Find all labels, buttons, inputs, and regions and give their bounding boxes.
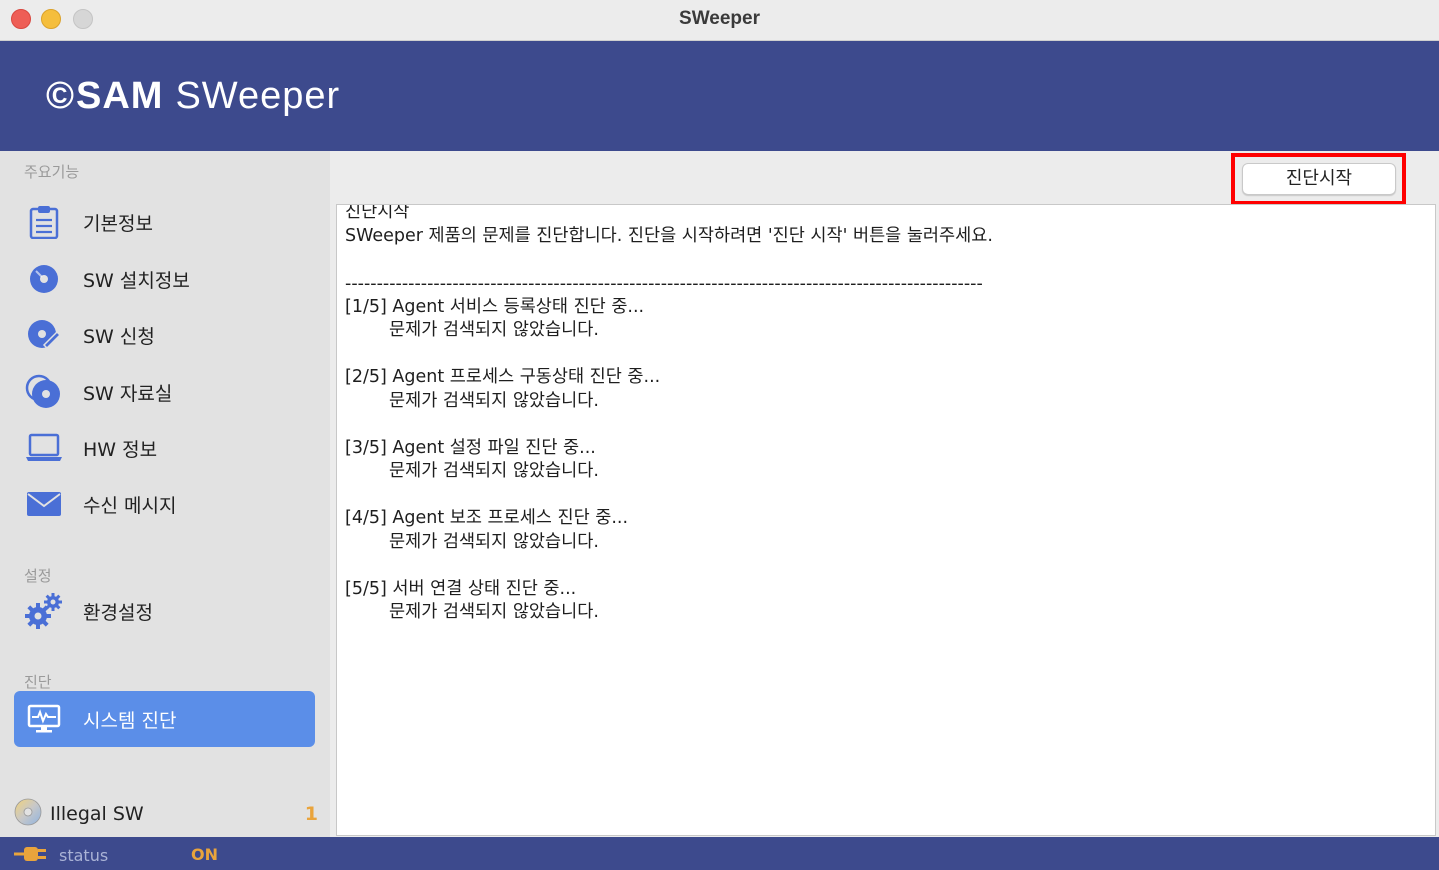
main-panel: 진단시작 진단시작 SWeeper 제품의 문제를 진단합니다. 진단을 시작하… (330, 151, 1439, 837)
sidebar-item-label: 수신 메시지 (83, 494, 177, 517)
logo-symbol: © (46, 75, 74, 117)
status-bar: status ON (0, 837, 1439, 870)
status-label: status (59, 846, 109, 865)
clipboard-icon (24, 202, 64, 242)
illegal-sw-label: Illegal SW (50, 803, 144, 825)
logo-product: SWeeper (175, 75, 341, 117)
log-step-head: [4/5] Agent 보조 프로세스 진단 중... (345, 508, 629, 528)
log-step-head: [3/5] Agent 설정 파일 진단 중... (345, 437, 596, 458)
sidebar-item-label: SW 설치정보 (83, 269, 190, 292)
illegal-sw-count: 1 (304, 803, 318, 825)
log-step-result: 문제가 검색되지 않았습니다. (389, 531, 599, 552)
log-step-head: [2/5] Agent 프로세스 구동상태 진단 중... (345, 367, 661, 387)
sidebar-item-label: 기본정보 (83, 212, 153, 235)
section-label-main: 주요기능 (24, 163, 80, 181)
sidebar-item-messages[interactable]: 수신 메시지 (14, 476, 315, 532)
plug-icon (14, 845, 52, 867)
app-logo: © SAM SWeeper (46, 75, 340, 118)
disc-icon (24, 259, 64, 299)
log-separator: ----------------------------------------… (345, 273, 983, 294)
log-step-result: 문제가 검색되지 않았습니다. (389, 320, 599, 340)
cd-icon (14, 798, 42, 830)
sidebar-item-basic-info[interactable]: 기본정보 (14, 194, 315, 250)
logo-brand: SAM (76, 75, 164, 117)
window-title: SWeeper (679, 8, 760, 29)
gears-icon (24, 591, 64, 631)
status-value: ON (191, 845, 218, 864)
start-diagnosis-button[interactable]: 진단시작 (1242, 163, 1396, 195)
log-title: 진단시작 (345, 204, 410, 222)
sidebar-item-hw-info[interactable]: HW 정보 (14, 420, 315, 476)
sidebar-item-sw-install[interactable]: SW 설치정보 (14, 251, 315, 307)
app-header: © SAM SWeeper (0, 41, 1439, 151)
start-button-highlight: 진단시작 (1231, 153, 1406, 205)
sidebar-item-label: 환경설정 (83, 601, 153, 624)
log-step-result: 문제가 검색되지 않았습니다. (389, 390, 599, 411)
sidebar-item-label: HW 정보 (83, 438, 158, 461)
sidebar-item-system-diagnosis[interactable]: 시스템 진단 (14, 691, 315, 747)
disc-stack-icon (24, 372, 64, 412)
log-step-head: [1/5] Agent 서비스 등록상태 진단 중... (345, 296, 645, 317)
envelope-icon (24, 484, 64, 524)
sidebar-item-sw-library[interactable]: SW 자료실 (14, 364, 315, 420)
log-intro: SWeeper 제품의 문제를 진단합니다. 진단을 시작하려면 '진단 시작'… (345, 225, 993, 246)
log-step-head: [5/5] 서버 연결 상태 진단 중... (345, 578, 577, 599)
sidebar: 주요기능 기본정보 SW 설치정보 SW 신청 SW 자료실 HW 정보 수신 … (0, 151, 330, 837)
sidebar-item-label: SW 신청 (83, 325, 155, 348)
log-step-result: 문제가 검색되지 않았습니다. (389, 602, 599, 622)
section-label-diagnosis: 진단 (24, 673, 52, 691)
log-step-result: 문제가 검색되지 않았습니다. (389, 461, 599, 481)
sidebar-item-sw-request[interactable]: SW 신청 (14, 307, 315, 363)
diagnosis-log: 진단시작 SWeeper 제품의 문제를 진단합니다. 진단을 시작하려면 '진… (336, 204, 1436, 836)
sidebar-item-preferences[interactable]: 환경설정 (14, 583, 315, 639)
disc-pen-icon (24, 315, 64, 355)
laptop-icon (24, 428, 64, 468)
sidebar-item-label: 시스템 진단 (83, 709, 177, 732)
sidebar-item-label: SW 자료실 (83, 382, 173, 405)
title-bar: SWeeper (0, 0, 1439, 41)
illegal-sw-item[interactable]: Illegal SW 1 (14, 798, 324, 830)
monitor-pulse-icon (24, 699, 64, 739)
